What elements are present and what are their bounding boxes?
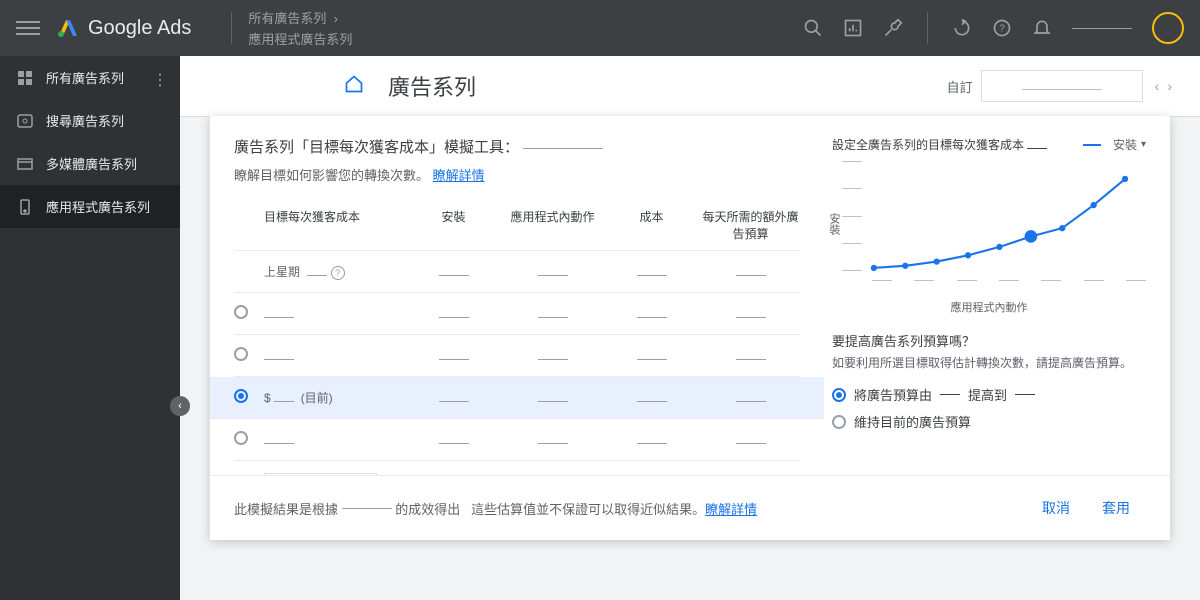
sidebar: 所有廣告系列 ⋮ 搜尋廣告系列 多媒體廣告系列 應用程式廣告系列 — [0, 56, 180, 600]
footer-disclaimer: 這些估算值並不保證可以取得近似結果。 — [471, 499, 705, 518]
footer-text: 的成效得出 — [395, 499, 460, 518]
search-small-icon — [16, 112, 34, 130]
simulator-modal: 廣告系列「目標每次獲客成本」模擬工具： 瞭解目標如何影響您的轉換次數。 瞭解詳情… — [210, 116, 1170, 540]
search-icon[interactable] — [803, 18, 823, 38]
modal-subtitle: 瞭解目標如何影響您的轉換次數。 瞭解詳情 — [234, 165, 800, 184]
date-next-icon[interactable]: › — [1163, 78, 1176, 94]
table-row-custom[interactable]: $ 另行設定目標 — [234, 461, 800, 475]
budget-option-keep[interactable]: 維持目前的廣告預算 — [832, 412, 1146, 431]
table-header: 目標每次獲客成本 安裝 應用程式內動作 成本 每天所需的額外廣告預算 — [234, 200, 800, 251]
x-axis-label: 應用程式內動作 — [832, 299, 1146, 315]
radio-button[interactable] — [234, 305, 248, 319]
sidebar-item-label: 搜尋廣告系列 — [46, 111, 124, 130]
menu-icon[interactable] — [16, 16, 40, 40]
legend-dropdown[interactable]: 安裝 ▾ — [1113, 136, 1146, 153]
table-row-lastweek: 上星期 ? — [234, 251, 800, 293]
col-installs: 安裝 — [404, 208, 503, 242]
modal-footer: 此模擬結果是根據 的成效得出 這些估算值並不保證可以取得近似結果。 瞭解詳情 取… — [210, 475, 1170, 540]
col-cost: 成本 — [602, 208, 701, 242]
help-icon[interactable]: ? — [331, 266, 345, 280]
y-axis-label: 安裝 — [826, 213, 842, 235]
sidebar-item-display[interactable]: 多媒體廣告系列 — [0, 142, 180, 185]
learn-more-link[interactable]: 瞭解詳情 — [433, 168, 485, 183]
tools-icon[interactable] — [883, 18, 903, 38]
sidebar-item-label: 應用程式廣告系列 — [46, 197, 150, 216]
home-icon[interactable] — [344, 74, 364, 99]
svg-text:?: ? — [999, 23, 1005, 34]
sidebar-item-label: 多媒體廣告系列 — [46, 154, 137, 173]
budget-option-increase[interactable]: 將廣告預算由 提高到 — [832, 385, 1146, 404]
simulator-table: 目標每次獲客成本 安裝 應用程式內動作 成本 每天所需的額外廣告預算 上星期 ? — [234, 200, 800, 475]
page-title: 廣告系列 — [388, 70, 947, 102]
date-range-picker[interactable] — [981, 70, 1143, 102]
col-target-cpa: 目標每次獲客成本 — [264, 208, 404, 242]
apply-button[interactable]: 套用 — [1086, 490, 1146, 526]
table-row-current[interactable]: $ (目前) — [210, 377, 824, 419]
refresh-icon[interactable] — [952, 18, 972, 38]
budget-question: 要提高廣告系列預算嗎？ — [832, 331, 1146, 350]
table-row[interactable] — [234, 293, 800, 335]
sidebar-item-search[interactable]: 搜尋廣告系列 — [0, 99, 180, 142]
right-panel: 設定全廣告系列的目標每次獲客成本 安裝 ▾ 安裝 — [816, 136, 1146, 455]
sidebar-collapse-icon[interactable]: ‹ — [170, 396, 190, 416]
account-placeholder — [1072, 28, 1132, 29]
table-row[interactable] — [234, 419, 800, 461]
notifications-icon[interactable] — [1032, 18, 1052, 38]
col-extra-budget: 每天所需的額外廣告預算 — [701, 208, 800, 242]
footer-text: 此模擬結果是根據 — [234, 499, 338, 518]
page-header: 廣告系列 自訂 ‹ › — [180, 56, 1200, 117]
sidebar-item-app[interactable]: 應用程式廣告系列 — [0, 185, 180, 228]
grid-icon — [16, 69, 34, 87]
breadcrumb[interactable]: 所有廣告系列 › 應用程式廣告系列 — [248, 8, 352, 48]
breadcrumb-sub[interactable]: 應用程式廣告系列 — [248, 29, 352, 48]
legend-item — [1083, 144, 1101, 146]
date-prev-icon[interactable]: ‹ — [1151, 78, 1164, 94]
display-icon — [16, 155, 34, 173]
simulator-chart: 安裝 — [832, 161, 1146, 291]
breadcrumb-top[interactable]: 所有廣告系列 — [248, 11, 326, 26]
app-icon — [16, 198, 34, 216]
chart-title: 設定全廣告系列的目標每次獲客成本 — [832, 136, 1047, 153]
divider — [231, 12, 232, 44]
cancel-button[interactable]: 取消 — [1026, 490, 1086, 526]
sidebar-item-label: 所有廣告系列 — [46, 68, 124, 87]
radio-button[interactable] — [832, 415, 846, 429]
help-icon[interactable]: ? — [992, 18, 1012, 38]
radio-button[interactable] — [832, 388, 846, 402]
footer-learn-more-link[interactable]: 瞭解詳情 — [705, 499, 757, 518]
table-row[interactable] — [234, 335, 800, 377]
radio-button[interactable] — [234, 431, 248, 445]
google-ads-icon — [56, 16, 80, 40]
product-logo[interactable]: Google Ads — [56, 16, 191, 40]
reports-icon[interactable] — [843, 18, 863, 38]
avatar[interactable] — [1152, 12, 1184, 44]
app-header: Google Ads 所有廣告系列 › 應用程式廣告系列 ? — [0, 0, 1200, 56]
product-name: Google Ads — [88, 17, 191, 40]
more-icon[interactable]: ⋮ — [152, 70, 168, 90]
sidebar-item-all[interactable]: 所有廣告系列 ⋮ — [0, 56, 180, 99]
budget-description: 如要利用所選目標取得估計轉換次數，請提高廣告預算。 — [832, 354, 1146, 371]
col-inapp: 應用程式內動作 — [503, 208, 602, 242]
radio-button[interactable] — [234, 389, 248, 403]
date-range-label: 自訂 — [947, 77, 973, 96]
radio-button[interactable] — [234, 347, 248, 361]
modal-title: 廣告系列「目標每次獲客成本」模擬工具： — [234, 136, 800, 157]
